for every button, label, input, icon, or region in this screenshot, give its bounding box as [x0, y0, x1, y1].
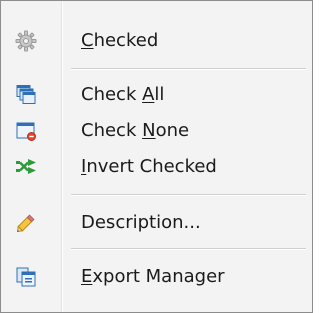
windows-stack-icon [15, 84, 37, 106]
menu-separator [71, 194, 306, 196]
menu-item-label: Check All [81, 84, 165, 105]
window-with-red-badge-icon [15, 120, 37, 142]
pencil-icon [15, 212, 37, 234]
gear-icon [15, 30, 37, 52]
menu-item-export-manager[interactable]: Export Manager [1, 259, 312, 295]
menu-item-check-all[interactable]: Check All [1, 77, 312, 113]
menu-separator [71, 68, 306, 70]
menu-separator [71, 248, 306, 250]
menu-item-description[interactable]: Description... [1, 205, 312, 241]
menu-item-label: Description... [81, 212, 201, 233]
context-menu: Checked Check All Check None Invert Chec… [0, 0, 313, 313]
green-arrows-swap-icon [15, 156, 37, 178]
export-manager-icon [15, 266, 37, 288]
menu-item-checked[interactable]: Checked [1, 23, 312, 59]
menu-item-check-none[interactable]: Check None [1, 113, 312, 149]
menu-item-label: Export Manager [81, 266, 225, 287]
menu-item-label: Check None [81, 120, 190, 141]
menu-item-invert-checked[interactable]: Invert Checked [1, 149, 312, 185]
menu-item-label: Checked [81, 30, 159, 51]
menu-item-label: Invert Checked [81, 156, 217, 177]
